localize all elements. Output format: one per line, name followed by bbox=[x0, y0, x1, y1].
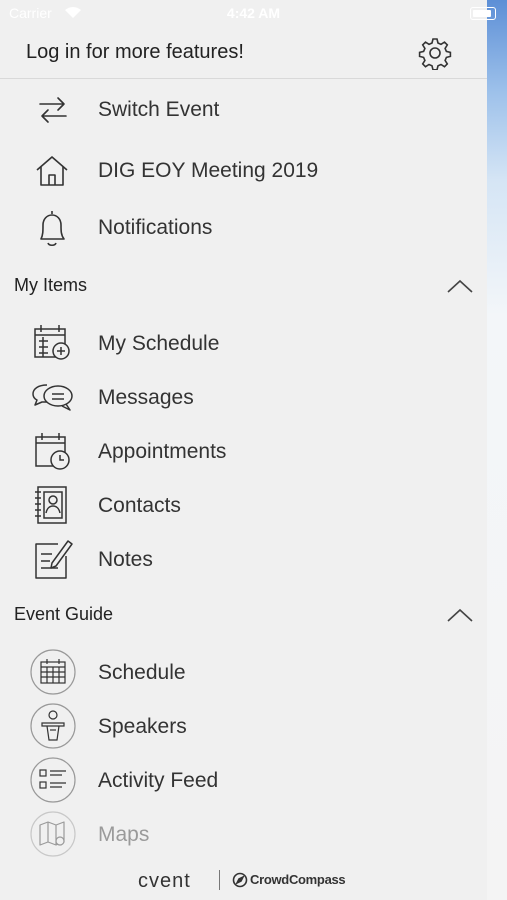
menu-item-messages[interactable]: Messages bbox=[0, 370, 487, 424]
menu-item-appointments[interactable]: Appointments bbox=[0, 424, 487, 478]
footer-branding: cvent CrowdCompass bbox=[0, 862, 487, 900]
menu-item-label: My Schedule bbox=[98, 332, 220, 355]
menu-item-maps[interactable]: Maps bbox=[0, 807, 487, 861]
address-book-icon bbox=[30, 482, 76, 528]
section-header-event-guide[interactable]: Event Guide bbox=[0, 595, 487, 635]
menu-item-label: Switch Event bbox=[98, 98, 220, 121]
bell-icon bbox=[30, 205, 76, 251]
calendar-add-icon bbox=[30, 320, 76, 366]
calendar-grid-icon bbox=[30, 649, 76, 695]
home-icon bbox=[30, 148, 76, 194]
section-header-my-items[interactable]: My Items bbox=[0, 266, 487, 306]
status-bar: Carrier 4:42 AM bbox=[0, 0, 496, 28]
menu-item-contacts[interactable]: Contacts bbox=[0, 478, 487, 532]
menu-item-schedule[interactable]: Schedule bbox=[0, 645, 487, 699]
switch-arrows-icon bbox=[30, 87, 76, 133]
menu-item-notes[interactable]: Notes bbox=[0, 532, 487, 586]
menu-item-label: Messages bbox=[98, 386, 194, 409]
menu-item-speakers[interactable]: Speakers bbox=[0, 699, 487, 753]
crowdcompass-logo: CrowdCompass bbox=[250, 872, 346, 887]
feed-list-icon bbox=[30, 757, 76, 803]
menu-item-notifications[interactable]: Notifications bbox=[0, 201, 487, 255]
chevron-up-icon[interactable] bbox=[446, 607, 474, 623]
menu-item-label: Contacts bbox=[98, 494, 181, 517]
background-peek bbox=[487, 0, 507, 900]
chevron-up-icon[interactable] bbox=[446, 278, 474, 294]
menu-item-my-schedule[interactable]: My Schedule bbox=[0, 316, 487, 370]
clock: 4:42 AM bbox=[226, 5, 281, 21]
login-prompt[interactable]: Log in for more features! bbox=[26, 41, 244, 64]
menu-item-label: DIG EOY Meeting 2019 bbox=[98, 159, 319, 182]
menu-item-label: Activity Feed bbox=[98, 769, 219, 792]
menu-item-label: Schedule bbox=[98, 661, 186, 684]
menu-item-label: Speakers bbox=[98, 715, 187, 738]
battery-icon bbox=[470, 7, 496, 20]
menu-item-event-home[interactable]: DIG EOY Meeting 2019 bbox=[0, 144, 487, 198]
menu-item-activity-feed[interactable]: Activity Feed bbox=[0, 753, 487, 807]
speaker-podium-icon bbox=[30, 703, 76, 749]
chat-bubbles-icon bbox=[30, 374, 76, 420]
cvent-logo: cvent bbox=[138, 870, 191, 892]
menu-item-label: Notifications bbox=[98, 216, 213, 239]
menu-item-label: Notes bbox=[98, 548, 153, 571]
menu-item-label: Maps bbox=[98, 823, 150, 846]
note-pencil-icon bbox=[30, 536, 76, 582]
section-title: Event Guide bbox=[14, 604, 114, 624]
login-header[interactable]: Log in for more features! bbox=[0, 28, 487, 79]
crowdcompass-logo-icon bbox=[232, 872, 248, 888]
divider bbox=[219, 870, 220, 890]
side-menu-drawer: Carrier 4:42 AM Log in for more features… bbox=[0, 0, 496, 900]
menu-item-switch-event[interactable]: Switch Event bbox=[0, 83, 487, 137]
menu-item-label: Appointments bbox=[98, 440, 227, 463]
calendar-clock-icon bbox=[30, 428, 76, 474]
section-title: My Items bbox=[14, 275, 88, 295]
map-pin-icon bbox=[30, 811, 76, 857]
gear-icon[interactable] bbox=[418, 36, 452, 70]
